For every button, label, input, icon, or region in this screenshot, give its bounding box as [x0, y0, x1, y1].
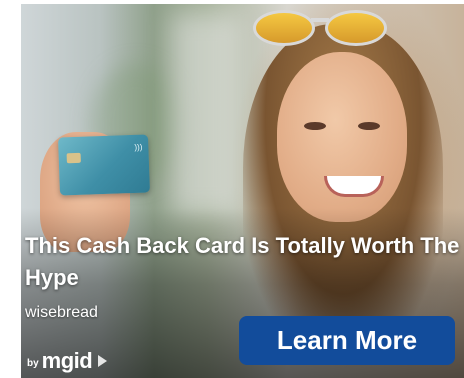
ad-source[interactable]: wisebread — [25, 304, 98, 322]
right-lens — [325, 10, 387, 46]
ad-unit[interactable]: ))) This Cash Back Card Is Totally Worth… — [21, 4, 464, 378]
ad-network-logo[interactable]: by mgid — [27, 348, 108, 373]
card-chip — [66, 152, 81, 164]
left-lens — [253, 10, 315, 46]
left-eye — [304, 122, 326, 130]
credit-card-icon: ))) — [58, 134, 150, 196]
play-icon[interactable] — [98, 355, 108, 367]
by-label: by — [27, 358, 39, 369]
right-eye — [358, 122, 380, 130]
mgid-brand: mgid — [41, 348, 93, 373]
ad-headline[interactable]: This Cash Back Card Is Totally Worth The… — [25, 230, 464, 294]
sunglasses-icon — [253, 8, 393, 46]
background-building — [171, 14, 241, 214]
learn-more-button[interactable]: Learn More — [239, 316, 455, 365]
contactless-icon: ))) — [134, 142, 143, 152]
